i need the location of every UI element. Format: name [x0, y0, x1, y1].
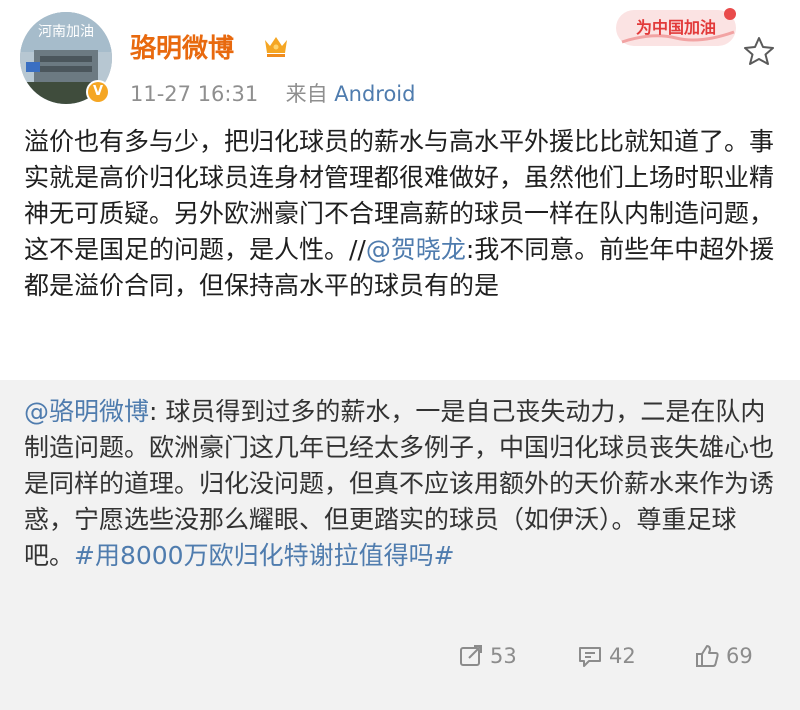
mention-link[interactable]: @贺晓龙: [366, 235, 466, 264]
star-icon[interactable]: [742, 34, 776, 68]
post-time: 11-27 16:31: [130, 82, 259, 106]
quoted-author-link[interactable]: @骆明微博: [24, 397, 149, 426]
comment-button[interactable]: 42: [577, 636, 636, 676]
verified-badge-icon: V: [86, 80, 110, 104]
quoted-post[interactable]: @骆明微博: 球员得到过多的薪水，一是自己丧失动力，二是在队内制造问题。欧洲豪门…: [0, 380, 800, 710]
repost-button[interactable]: 53: [458, 636, 517, 676]
comment-icon: [579, 647, 601, 667]
username[interactable]: 骆明微博: [130, 28, 234, 65]
avatar-caption: 河南加油: [38, 24, 94, 40]
post-meta: 11-27 16:31 来自 Android: [130, 78, 415, 108]
source-device[interactable]: Android: [334, 82, 415, 106]
thumbs-up-icon: [696, 645, 719, 667]
post-body: 溢价也有多与少，把归化球员的薪水与高水平外援比比就知道了。事实就是高价归化球员连…: [24, 124, 784, 304]
like-count: 69: [726, 644, 753, 668]
vip-crown-icon[interactable]: [262, 33, 290, 59]
promo-sticker[interactable]: 为中国加油: [612, 2, 740, 52]
action-bar: 53 42 69: [0, 636, 800, 676]
comment-count: 42: [609, 644, 636, 668]
like-button[interactable]: 69: [694, 636, 753, 676]
repost-count: 53: [490, 644, 517, 668]
source-prefix: 来自: [285, 82, 328, 106]
repost-icon: [460, 645, 482, 666]
promo-text: 为中国加油: [636, 18, 716, 37]
hashtag-link[interactable]: #用8000万欧归化特谢拉值得吗#: [74, 541, 455, 570]
quoted-post-body: @骆明微博: 球员得到过多的薪水，一是自己丧失动力，二是在队内制造问题。欧洲豪门…: [24, 394, 784, 574]
